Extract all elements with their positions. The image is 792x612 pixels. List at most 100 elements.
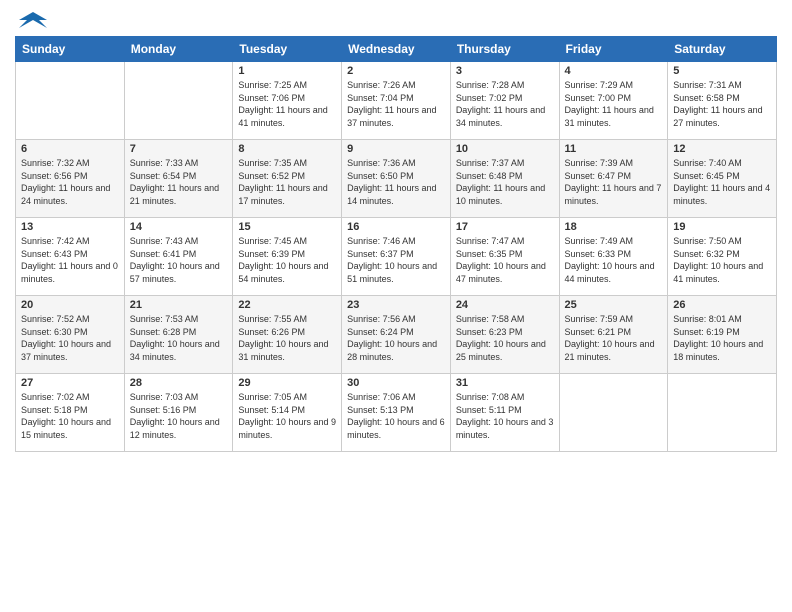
day-number: 8	[238, 143, 336, 155]
day-info: Sunrise: 7:55 AM Sunset: 6:26 PM Dayligh…	[238, 313, 336, 363]
page: SundayMondayTuesdayWednesdayThursdayFrid…	[0, 0, 792, 462]
day-number: 13	[21, 221, 119, 233]
calendar-cell	[559, 374, 668, 452]
calendar-cell: 6 Sunrise: 7:32 AM Sunset: 6:56 PM Daylig…	[16, 140, 125, 218]
day-number: 7	[130, 143, 228, 155]
calendar-cell: 18Sunrise: 7:49 AM Sunset: 6:33 PM Dayli…	[559, 218, 668, 296]
calendar-cell: 21 Sunrise: 7:53 AM Sunset: 6:28 PM Dayli…	[124, 296, 233, 374]
day-info: Sunrise: 7:47 AM Sunset: 6:35 PM Dayligh…	[456, 235, 554, 285]
calendar-cell: 31 Sunrise: 7:08 AM Sunset: 5:11 PM Dayli…	[450, 374, 559, 452]
calendar-cell: 10Sunrise: 7:37 AM Sunset: 6:48 PM Dayli…	[450, 140, 559, 218]
calendar-cell: 2 Sunrise: 7:26 AM Sunset: 7:04 PM Daylig…	[342, 62, 451, 140]
day-info: Sunrise: 7:25 AM Sunset: 7:06 PM Dayligh…	[238, 79, 336, 129]
day-number: 1	[238, 65, 336, 77]
calendar-cell: 16Sunrise: 7:46 AM Sunset: 6:37 PM Dayli…	[342, 218, 451, 296]
calendar-cell: 4Sunrise: 7:29 AM Sunset: 7:00 PM Daylig…	[559, 62, 668, 140]
day-number: 29	[238, 377, 336, 389]
calendar-cell: 8 Sunrise: 7:35 AM Sunset: 6:52 PM Daylig…	[233, 140, 342, 218]
day-number: 24	[456, 299, 554, 311]
calendar-cell: 11 Sunrise: 7:39 AM Sunset: 6:47 PM Dayli…	[559, 140, 668, 218]
calendar-cell: 15 Sunrise: 7:45 AM Sunset: 6:39 PM Dayli…	[233, 218, 342, 296]
day-info: Sunrise: 7:43 AM Sunset: 6:41 PM Dayligh…	[130, 235, 228, 285]
day-info: Sunrise: 7:52 AM Sunset: 6:30 PM Dayligh…	[21, 313, 119, 363]
day-number: 22	[238, 299, 336, 311]
calendar-day-header: Wednesday	[342, 37, 451, 62]
day-info: Sunrise: 7:28 AM Sunset: 7:02 PM Dayligh…	[456, 79, 554, 129]
day-info: Sunrise: 7:45 AM Sunset: 6:39 PM Dayligh…	[238, 235, 336, 285]
day-info: Sunrise: 7:06 AM Sunset: 5:13 PM Dayligh…	[347, 391, 445, 441]
calendar-cell: 28Sunrise: 7:03 AM Sunset: 5:16 PM Dayli…	[124, 374, 233, 452]
day-number: 14	[130, 221, 228, 233]
calendar-cell: 12 Sunrise: 7:40 AM Sunset: 6:45 PM Dayli…	[668, 140, 777, 218]
day-info: Sunrise: 7:46 AM Sunset: 6:37 PM Dayligh…	[347, 235, 445, 285]
day-info: Sunrise: 7:35 AM Sunset: 6:52 PM Dayligh…	[238, 157, 336, 207]
day-info: Sunrise: 7:40 AM Sunset: 6:45 PM Dayligh…	[673, 157, 771, 207]
day-info: Sunrise: 7:32 AM Sunset: 6:56 PM Dayligh…	[21, 157, 119, 207]
calendar-week-row: 1 Sunrise: 7:25 AM Sunset: 7:06 PM Daylig…	[16, 62, 777, 140]
day-info: Sunrise: 7:49 AM Sunset: 6:33 PM Dayligh…	[565, 235, 663, 285]
day-number: 15	[238, 221, 336, 233]
calendar-day-header: Friday	[559, 37, 668, 62]
day-info: Sunrise: 7:03 AM Sunset: 5:16 PM Dayligh…	[130, 391, 228, 441]
day-number: 11	[565, 143, 663, 155]
calendar-cell: 29 Sunrise: 7:05 AM Sunset: 5:14 PM Dayli…	[233, 374, 342, 452]
calendar-cell: 20 Sunrise: 7:52 AM Sunset: 6:30 PM Dayli…	[16, 296, 125, 374]
calendar-day-header: Thursday	[450, 37, 559, 62]
calendar-day-header: Saturday	[668, 37, 777, 62]
day-info: Sunrise: 7:29 AM Sunset: 7:00 PM Dayligh…	[565, 79, 663, 129]
calendar-day-header: Tuesday	[233, 37, 342, 62]
day-info: Sunrise: 7:37 AM Sunset: 6:48 PM Dayligh…	[456, 157, 554, 207]
day-number: 30	[347, 377, 445, 389]
day-number: 20	[21, 299, 119, 311]
calendar-cell: 19Sunrise: 7:50 AM Sunset: 6:32 PM Dayli…	[668, 218, 777, 296]
calendar-table: SundayMondayTuesdayWednesdayThursdayFrid…	[15, 36, 777, 452]
calendar-cell: 3 Sunrise: 7:28 AM Sunset: 7:02 PM Daylig…	[450, 62, 559, 140]
day-number: 31	[456, 377, 554, 389]
day-info: Sunrise: 7:05 AM Sunset: 5:14 PM Dayligh…	[238, 391, 336, 441]
calendar-week-row: 6 Sunrise: 7:32 AM Sunset: 6:56 PM Daylig…	[16, 140, 777, 218]
calendar-cell: 26Sunrise: 8:01 AM Sunset: 6:19 PM Dayli…	[668, 296, 777, 374]
day-number: 12	[673, 143, 771, 155]
day-number: 5	[673, 65, 771, 77]
calendar-cell: 9Sunrise: 7:36 AM Sunset: 6:50 PM Daylig…	[342, 140, 451, 218]
day-info: Sunrise: 7:59 AM Sunset: 6:21 PM Dayligh…	[565, 313, 663, 363]
day-info: Sunrise: 7:31 AM Sunset: 6:58 PM Dayligh…	[673, 79, 771, 129]
day-info: Sunrise: 7:33 AM Sunset: 6:54 PM Dayligh…	[130, 157, 228, 207]
day-info: Sunrise: 7:26 AM Sunset: 7:04 PM Dayligh…	[347, 79, 445, 129]
calendar-cell: 30 Sunrise: 7:06 AM Sunset: 5:13 PM Dayli…	[342, 374, 451, 452]
day-info: Sunrise: 7:42 AM Sunset: 6:43 PM Dayligh…	[21, 235, 119, 285]
calendar-cell: 27Sunrise: 7:02 AM Sunset: 5:18 PM Dayli…	[16, 374, 125, 452]
day-number: 21	[130, 299, 228, 311]
calendar-header-row: SundayMondayTuesdayWednesdayThursdayFrid…	[16, 37, 777, 62]
calendar-cell: 14 Sunrise: 7:43 AM Sunset: 6:41 PM Dayli…	[124, 218, 233, 296]
day-number: 3	[456, 65, 554, 77]
day-info: Sunrise: 7:56 AM Sunset: 6:24 PM Dayligh…	[347, 313, 445, 363]
calendar-week-row: 20 Sunrise: 7:52 AM Sunset: 6:30 PM Dayli…	[16, 296, 777, 374]
day-info: Sunrise: 7:39 AM Sunset: 6:47 PM Dayligh…	[565, 157, 663, 207]
day-number: 17	[456, 221, 554, 233]
calendar-cell: 5 Sunrise: 7:31 AM Sunset: 6:58 PM Daylig…	[668, 62, 777, 140]
day-number: 9	[347, 143, 445, 155]
calendar-cell	[16, 62, 125, 140]
calendar-cell: 22 Sunrise: 7:55 AM Sunset: 6:26 PM Dayli…	[233, 296, 342, 374]
day-info: Sunrise: 7:08 AM Sunset: 5:11 PM Dayligh…	[456, 391, 554, 441]
day-number: 2	[347, 65, 445, 77]
logo	[15, 10, 47, 28]
calendar-day-header: Monday	[124, 37, 233, 62]
calendar-day-header: Sunday	[16, 37, 125, 62]
day-info: Sunrise: 7:53 AM Sunset: 6:28 PM Dayligh…	[130, 313, 228, 363]
calendar-week-row: 13 Sunrise: 7:42 AM Sunset: 6:43 PM Dayli…	[16, 218, 777, 296]
calendar-cell: 24 Sunrise: 7:58 AM Sunset: 6:23 PM Dayli…	[450, 296, 559, 374]
calendar-cell: 25 Sunrise: 7:59 AM Sunset: 6:21 PM Dayli…	[559, 296, 668, 374]
calendar-cell: 17 Sunrise: 7:47 AM Sunset: 6:35 PM Dayli…	[450, 218, 559, 296]
calendar-cell: 7 Sunrise: 7:33 AM Sunset: 6:54 PM Daylig…	[124, 140, 233, 218]
day-number: 6	[21, 143, 119, 155]
calendar-cell: 1 Sunrise: 7:25 AM Sunset: 7:06 PM Daylig…	[233, 62, 342, 140]
logo-bird-icon	[19, 10, 47, 32]
day-number: 19	[673, 221, 771, 233]
calendar-cell: 13 Sunrise: 7:42 AM Sunset: 6:43 PM Dayli…	[16, 218, 125, 296]
day-number: 25	[565, 299, 663, 311]
day-number: 23	[347, 299, 445, 311]
day-info: Sunrise: 7:58 AM Sunset: 6:23 PM Dayligh…	[456, 313, 554, 363]
day-number: 26	[673, 299, 771, 311]
